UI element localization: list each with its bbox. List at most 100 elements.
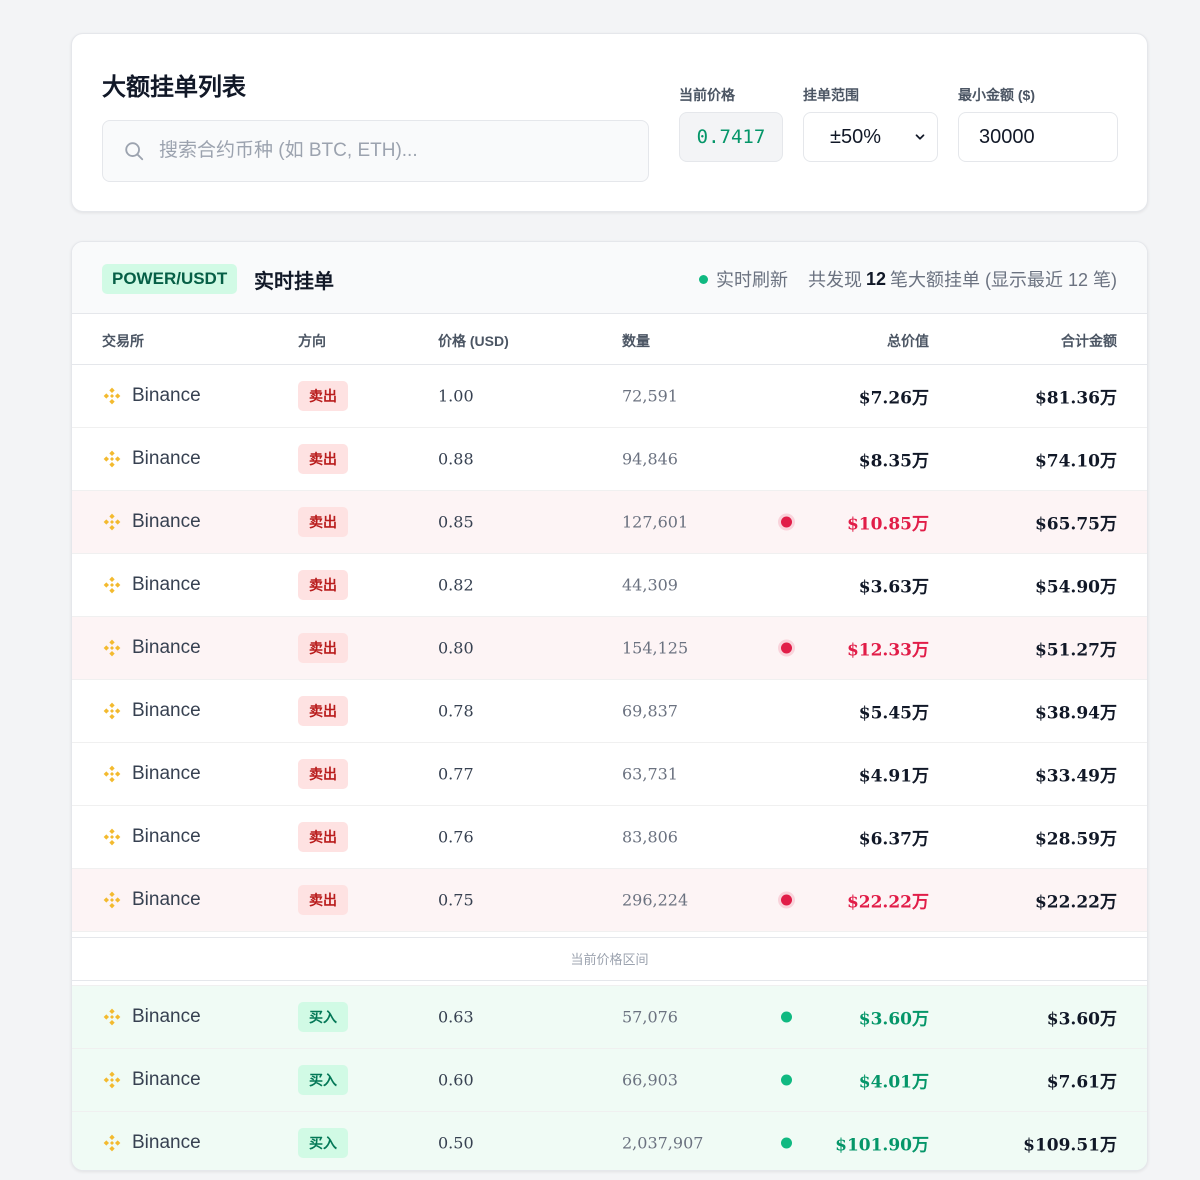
table-row[interactable]: Binance 卖出 0.82 44,309 $3.63万 $54.90万 bbox=[72, 554, 1147, 617]
quantity-cell: 63,731 bbox=[622, 764, 678, 784]
table-row[interactable]: Binance 卖出 0.88 94,846 $8.35万 $74.10万 bbox=[72, 428, 1147, 491]
direction-badge: 卖出 bbox=[298, 822, 348, 852]
large-order-dot bbox=[781, 1011, 792, 1023]
exchange-cell: Binance bbox=[102, 1006, 201, 1028]
direction-badge: 卖出 bbox=[298, 633, 348, 663]
cumulative-amount-cell: $65.75万 bbox=[1034, 514, 1117, 535]
table-row[interactable]: Binance 卖出 0.80 154,125 $12.33万 $51.27万 bbox=[72, 617, 1147, 680]
table-row[interactable]: Binance 买入 0.60 66,903 $4.01万 $7.61万 bbox=[72, 1049, 1147, 1112]
large-order-dot bbox=[781, 1074, 792, 1086]
orders-title: 实时挂单 bbox=[254, 271, 334, 293]
large-order-dot bbox=[781, 642, 792, 654]
chevron-down-icon bbox=[915, 134, 925, 140]
live-refresh-label: 实时刷新 bbox=[715, 270, 788, 290]
total-value-cell: $4.01万 bbox=[858, 1072, 929, 1093]
exchange-name: Binance bbox=[132, 826, 201, 847]
direction-badge: 卖出 bbox=[298, 381, 348, 411]
table-row[interactable]: Binance 卖出 0.76 83,806 $6.37万 $28.59万 bbox=[72, 806, 1147, 869]
total-value-cell: $10.85万 bbox=[846, 514, 929, 535]
total-value-cell: $12.33万 bbox=[846, 640, 929, 661]
table-row[interactable]: Binance 卖出 0.85 127,601 $10.85万 $65.75万 bbox=[72, 491, 1147, 554]
price-cell: 0.78 bbox=[438, 701, 474, 721]
binance-logo-icon bbox=[103, 450, 121, 468]
table-row[interactable]: Binance 卖出 0.75 296,224 $22.22万 $22.22万 bbox=[72, 869, 1147, 932]
direction-badge: 买入 bbox=[298, 1002, 348, 1032]
cumulative-amount-cell: $51.27万 bbox=[1034, 640, 1117, 661]
page-title: 大额挂单列表 bbox=[102, 74, 246, 101]
exchange-cell: Binance bbox=[102, 1132, 201, 1154]
summary-count: 12 bbox=[865, 268, 886, 289]
binance-logo-icon bbox=[103, 576, 121, 594]
summary-prefix: 共发现 bbox=[807, 270, 862, 290]
min-amount-input[interactable]: 30000 bbox=[958, 112, 1118, 162]
col-total: 总价值 bbox=[887, 333, 929, 349]
range-label: 挂单范围 bbox=[803, 87, 859, 103]
orders-table-body: Binance 卖出 1.00 72,591 $7.26万 $81.36万 Bi… bbox=[72, 365, 1147, 1170]
binance-logo-icon bbox=[103, 639, 121, 657]
table-row[interactable]: Binance 卖出 1.00 72,591 $7.26万 $81.36万 bbox=[72, 365, 1147, 428]
exchange-name: Binance bbox=[132, 889, 201, 910]
direction-badge: 卖出 bbox=[298, 444, 348, 474]
binance-logo-icon bbox=[103, 513, 121, 531]
table-row[interactable]: Binance 买入 0.63 57,076 $3.60万 $3.60万 bbox=[72, 986, 1147, 1049]
exchange-name: Binance bbox=[132, 385, 201, 406]
exchange-cell: Binance bbox=[102, 889, 201, 911]
range-select-value: ±50% bbox=[830, 125, 882, 148]
direction-badge: 卖出 bbox=[298, 570, 348, 600]
filter-card: 大额挂单列表 当前价格 0.7417 挂单范围 ±50% 最小金额 ($) 30… bbox=[71, 33, 1148, 212]
live-indicator-dot bbox=[698, 274, 708, 284]
binance-logo-icon bbox=[103, 1134, 121, 1152]
exchange-name: Binance bbox=[132, 448, 201, 469]
exchange-cell: Binance bbox=[102, 637, 201, 659]
search-input[interactable] bbox=[159, 140, 619, 162]
table-header: 交易所 方向 价格 (USD) 数量 总价值 合计金额 bbox=[72, 314, 1147, 365]
quantity-cell: 296,224 bbox=[622, 890, 689, 910]
min-amount-label: 最小金额 ($) bbox=[958, 87, 1035, 103]
cumulative-amount-cell: $74.10万 bbox=[1034, 451, 1117, 472]
col-direction: 方向 bbox=[298, 333, 326, 349]
total-value-cell: $3.63万 bbox=[858, 577, 929, 598]
price-cell: 0.60 bbox=[438, 1070, 474, 1090]
large-order-dot bbox=[781, 516, 792, 528]
table-row[interactable]: Binance 卖出 0.77 63,731 $4.91万 $33.49万 bbox=[72, 743, 1147, 806]
exchange-cell: Binance bbox=[102, 448, 201, 470]
cumulative-amount-cell: $33.49万 bbox=[1034, 766, 1117, 787]
search-icon bbox=[125, 142, 144, 161]
search-box[interactable] bbox=[102, 120, 649, 182]
col-price: 价格 (USD) bbox=[438, 333, 509, 349]
current-price-divider: 当前价格区间 bbox=[72, 932, 1147, 986]
quantity-cell: 72,591 bbox=[622, 386, 678, 406]
col-cumulative: 合计金额 bbox=[1061, 333, 1117, 349]
cumulative-amount-cell: $38.94万 bbox=[1034, 703, 1117, 724]
direction-badge: 卖出 bbox=[298, 507, 348, 537]
cumulative-amount-cell: $54.90万 bbox=[1034, 577, 1117, 598]
price-cell: 0.76 bbox=[438, 827, 474, 847]
current-price-divider-label: 当前价格区间 bbox=[570, 952, 649, 967]
exchange-name: Binance bbox=[132, 700, 201, 721]
price-cell: 0.50 bbox=[438, 1133, 474, 1153]
range-select[interactable]: ±50% bbox=[803, 112, 938, 162]
exchange-cell: Binance bbox=[102, 511, 201, 533]
binance-logo-icon bbox=[103, 828, 121, 846]
quantity-cell: 83,806 bbox=[622, 827, 678, 847]
exchange-cell: Binance bbox=[102, 763, 201, 785]
quantity-cell: 154,125 bbox=[622, 638, 689, 658]
quantity-cell: 44,309 bbox=[622, 575, 678, 595]
direction-badge: 买入 bbox=[298, 1065, 348, 1095]
exchange-name: Binance bbox=[132, 574, 201, 595]
large-order-dot bbox=[781, 1137, 792, 1149]
cumulative-amount-cell: $7.61万 bbox=[1046, 1072, 1117, 1093]
cumulative-amount-cell: $3.60万 bbox=[1046, 1009, 1117, 1030]
price-cell: 0.80 bbox=[438, 638, 474, 658]
table-row[interactable]: Binance 买入 0.50 2,037,907 $101.90万 $109.… bbox=[72, 1112, 1147, 1170]
exchange-name: Binance bbox=[132, 1006, 201, 1027]
price-cell: 0.77 bbox=[438, 764, 474, 784]
binance-logo-icon bbox=[103, 1008, 121, 1026]
exchange-name: Binance bbox=[132, 637, 201, 658]
quantity-cell: 127,601 bbox=[622, 512, 689, 532]
exchange-cell: Binance bbox=[102, 700, 201, 722]
binance-logo-icon bbox=[103, 765, 121, 783]
exchange-cell: Binance bbox=[102, 574, 201, 596]
table-row[interactable]: Binance 卖出 0.78 69,837 $5.45万 $38.94万 bbox=[72, 680, 1147, 743]
current-price-text: 0.7417 bbox=[696, 126, 766, 148]
